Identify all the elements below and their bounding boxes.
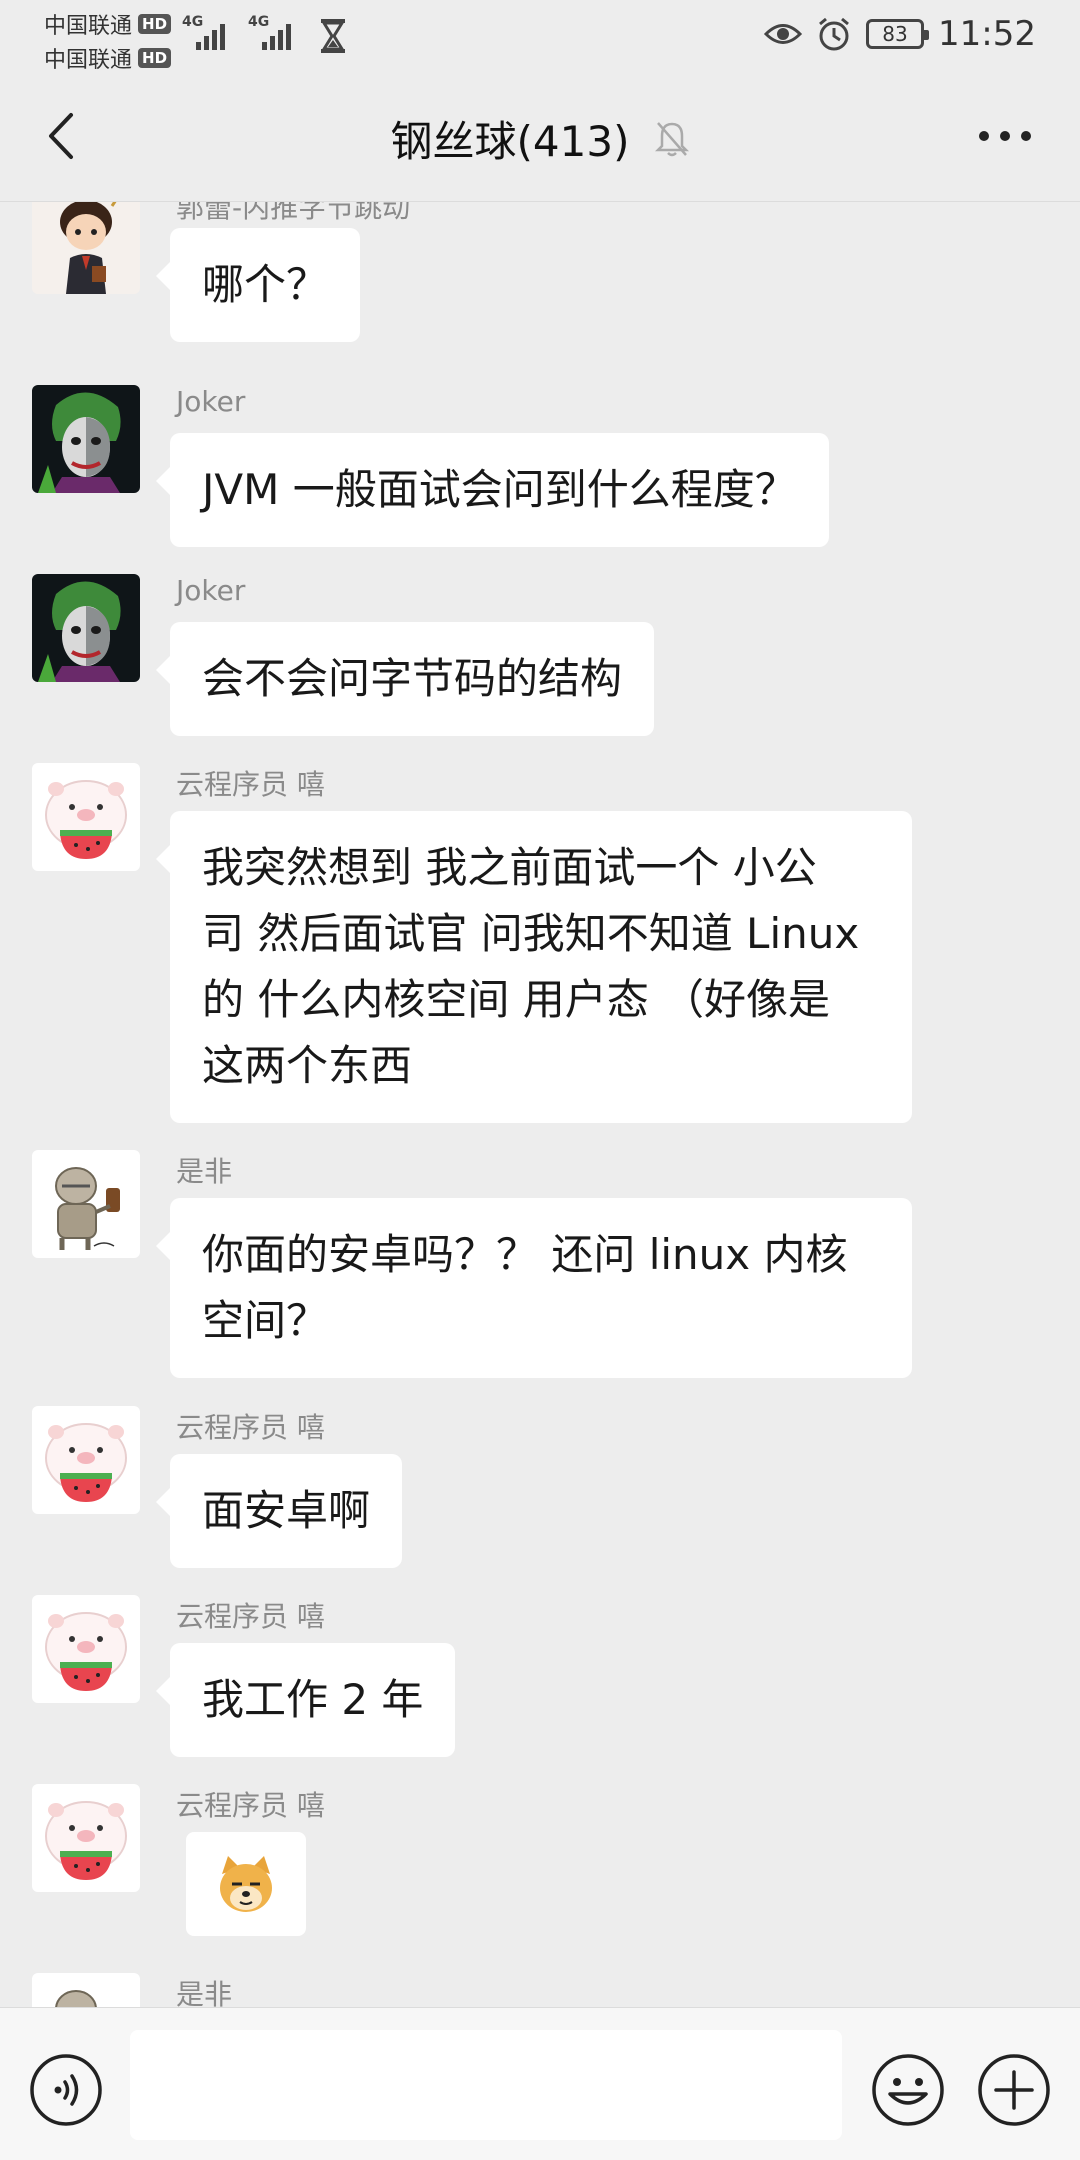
message-text-line: 我突然想到 我之前面试一个 小公 xyxy=(202,843,817,892)
sender-name: 是非 xyxy=(176,1978,233,2007)
chat-title: 钢丝球(413) xyxy=(390,117,630,166)
carrier-1: 中国联通 HD xyxy=(44,8,172,40)
more-icon xyxy=(979,131,1031,141)
plus-icon[interactable] xyxy=(976,2052,1052,2128)
signal-icon: 4G xyxy=(182,14,230,54)
message-bubble[interactable]: 我工作 2 年 xyxy=(155,1643,456,1757)
carrier-2-label: 中国联通 xyxy=(44,48,133,73)
hd-badge: HD xyxy=(138,14,172,34)
joker-avatar[interactable] xyxy=(32,574,140,682)
message-bubble[interactable]: 你面的安卓吗？？ 还问 linux 内核 空间？ xyxy=(156,1198,912,1378)
message-text-line: 这两个东西 xyxy=(202,1041,413,1090)
knight-avatar[interactable] xyxy=(32,1973,140,2007)
hd-badge-2: HD xyxy=(138,48,172,68)
carrier-2: 中国联通 HD xyxy=(44,42,172,74)
sticker-message[interactable] xyxy=(186,1832,306,1936)
voice-icon[interactable] xyxy=(28,2052,104,2128)
message-bubble[interactable]: 会不会问字节码的结构 xyxy=(155,622,655,736)
hourglass-icon xyxy=(321,19,345,53)
message-bubble[interactable]: 哪个？ xyxy=(155,228,361,342)
battery-icon: 83 xyxy=(866,19,930,49)
signal-icon: 4G xyxy=(248,14,296,54)
alarm-icon xyxy=(819,17,849,51)
cartoon-boy-avatar[interactable] xyxy=(32,202,140,294)
carrier-1-label: 中国联通 xyxy=(44,14,133,39)
message-bubble[interactable]: 面安卓啊 xyxy=(155,1454,403,1568)
message-bubble[interactable]: 我突然想到 我之前面试一个 小公 司 然后面试官 问我知不知道 Linux 的 … xyxy=(156,811,912,1123)
message-text: 会不会问字节码的结构 xyxy=(202,654,623,703)
message-text: 面安卓啊 xyxy=(202,1486,371,1535)
chat-header: 钢丝球(413) xyxy=(0,72,1080,202)
eye-icon xyxy=(764,24,803,44)
title-wrap: 钢丝球(413) xyxy=(0,108,1080,169)
piggy-watermelon-avatar[interactable] xyxy=(32,763,140,871)
message-text: 哪个？ xyxy=(202,260,329,309)
message-text: 我工作 2 年 xyxy=(202,1675,424,1724)
sender-name: 云程序员 嘻 xyxy=(176,768,325,801)
piggy-watermelon-avatar[interactable] xyxy=(32,1406,140,1514)
sender-name: 云程序员 嘻 xyxy=(176,1600,325,1633)
doge-sticker-icon xyxy=(220,1856,272,1912)
sender-name: 是非 xyxy=(176,1155,233,1188)
message-text-line: 空间？ xyxy=(202,1296,329,1345)
piggy-watermelon-avatar[interactable] xyxy=(32,1595,140,1703)
mute-bell-icon xyxy=(655,121,690,156)
message-bubble[interactable]: JVM 一般面试会问到什么程度？ xyxy=(156,433,829,547)
battery-level: 83 xyxy=(882,22,908,46)
input-bar xyxy=(0,2007,1080,2160)
piggy-watermelon-avatar[interactable] xyxy=(32,1784,140,1892)
more-button[interactable] xyxy=(970,106,1040,166)
message-list[interactable]: 郭蕾-内推字节跳动 哪个？ Joker JVM 一般面试会问到什么程度？ Jok… xyxy=(0,202,1080,2007)
joker-avatar[interactable] xyxy=(32,385,140,493)
message-text-line: 的 什么内核空间 用户态 （好像是 xyxy=(202,975,831,1024)
sender-name: 云程序员 嘻 xyxy=(176,1789,325,1822)
message-text-line: 司 然后面试官 问我知不知道 Linux xyxy=(202,909,860,958)
sender-name: Joker xyxy=(176,574,246,607)
status-right: 83 11:52 xyxy=(764,14,1036,54)
signal-group: 4G 4G xyxy=(182,14,296,54)
sender-name: Joker xyxy=(176,385,246,418)
sender-name: 云程序员 嘻 xyxy=(176,1411,325,1444)
message-text-line: 你面的安卓吗？？ 还问 linux 内核 xyxy=(202,1230,848,1279)
clock: 11:52 xyxy=(938,14,1036,54)
knight-avatar[interactable] xyxy=(32,1150,140,1258)
emoji-icon[interactable] xyxy=(870,2052,946,2128)
message-input[interactable] xyxy=(130,2030,842,2140)
status-bar: 中国联通 HD 中国联通 HD 4G 4G 83 11:52 xyxy=(0,0,1080,74)
sender-name: 郭蕾-内推字节跳动 xyxy=(176,202,411,224)
message-text: JVM 一般面试会问到什么程度？ xyxy=(202,465,797,514)
